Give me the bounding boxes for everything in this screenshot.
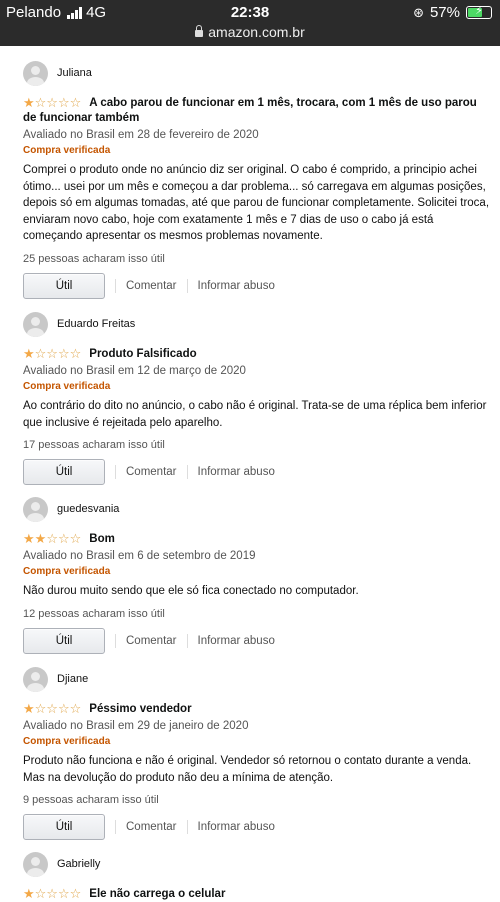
verified-badge: Compra verificada — [23, 566, 111, 577]
battery-percent: 57% — [429, 4, 460, 21]
reviewer-profile[interactable]: Gabrielly — [23, 851, 489, 877]
divider — [186, 465, 188, 479]
review-card: Eduardo Freitas ★☆☆☆☆ Produto Falsificado… — [23, 311, 489, 485]
review-actions: Útil Comentar Informar abuso — [23, 459, 489, 485]
verified-badge: Compra verificada — [23, 145, 111, 156]
comment-link[interactable]: Comentar — [126, 821, 177, 833]
reviewer-name: Djiane — [57, 673, 89, 685]
comment-link[interactable]: Comentar — [126, 466, 177, 478]
reviewer-name: Juliana — [57, 67, 92, 79]
review-body: Não durou muito sendo que ele só fica co… — [23, 585, 359, 597]
review-title: Produto Falsificado — [89, 348, 197, 360]
verified-badge: Compra verificada — [23, 381, 111, 392]
review-card: Gabrielly ★☆☆☆☆ Ele não carrega o celular — [23, 851, 489, 902]
address-bar[interactable]: amazon.com.br — [0, 24, 500, 40]
orientation-lock-icon: ⊛ — [413, 4, 424, 20]
comment-link[interactable]: Comentar — [126, 635, 177, 647]
review-title-row[interactable]: ★☆☆☆☆ Ele não carrega o celular — [23, 886, 489, 902]
review-actions: Útil Comentar Informar abuso — [23, 627, 489, 654]
review-actions: Útil Comentar Informar abuso — [23, 814, 489, 840]
review-card: Juliana ★☆☆☆☆ A cabo parou de funcionar e… — [23, 60, 489, 299]
review-body: Comprei o produto onde no anúncio diz se… — [23, 164, 490, 242]
helpful-count: 25 pessoas acharam isso útil — [23, 252, 165, 265]
review-date: Avaliado no Brasil em 6 de setembro de 2… — [23, 550, 256, 562]
star-rating-icon: ★☆☆☆☆ — [23, 701, 82, 716]
star-rating-icon: ★☆☆☆☆ — [23, 346, 82, 361]
review-card: Djiane ★☆☆☆☆ Péssimo vendedor Avaliado no… — [23, 666, 489, 840]
review-title-row[interactable]: ★☆☆☆☆ A cabo parou de funcionar em 1 mês,… — [23, 95, 489, 126]
helpful-count: 17 pessoas acharam isso útil — [23, 439, 165, 451]
comment-link[interactable]: Comentar — [126, 280, 177, 292]
battery-icon: ⚡ — [466, 5, 492, 19]
helpful-count: 12 pessoas acharam isso útil — [23, 607, 165, 620]
status-bar: Pelando 4G 22:38 ⊛ 57% ⚡ amazon.com.br — [0, 0, 500, 46]
helpful-button[interactable]: Útil — [23, 272, 105, 299]
status-right: ⊛ 57% ⚡ — [413, 4, 492, 21]
avatar-icon — [23, 496, 48, 522]
review-title-row[interactable]: ★☆☆☆☆ Produto Falsificado — [23, 346, 489, 362]
review-date: Avaliado no Brasil em 29 de janeiro de 2… — [23, 720, 249, 732]
report-abuse-link[interactable]: Informar abuso — [198, 466, 275, 478]
divider — [115, 633, 116, 648]
reviewer-name: Eduardo Freitas — [57, 318, 136, 330]
reviewer-profile[interactable]: Djiane — [23, 666, 489, 692]
avatar-icon — [23, 666, 48, 692]
review-date: Avaliado no Brasil em 28 de fevereiro de… — [23, 129, 259, 141]
report-abuse-link[interactable]: Informar abuso — [198, 635, 275, 647]
reviewer-name: Gabrielly — [57, 858, 101, 870]
review-actions: Útil Comentar Informar abuso — [23, 272, 489, 299]
review-title: Bom — [89, 533, 115, 545]
url-text: amazon.com.br — [208, 24, 305, 40]
helpful-button[interactable]: Útil — [23, 814, 105, 840]
helpful-button[interactable]: Útil — [23, 459, 105, 485]
star-rating-icon: ★☆☆☆☆ — [23, 886, 82, 901]
review-card: guedesvania ★★☆☆☆ Bom Avaliado no Brasil … — [23, 496, 489, 654]
star-rating-icon: ★☆☆☆☆ — [23, 95, 82, 110]
reviewer-profile[interactable]: Eduardo Freitas — [23, 311, 489, 337]
verified-badge: Compra verificada — [23, 736, 111, 747]
avatar-icon — [23, 851, 48, 877]
review-title-row[interactable]: ★★☆☆☆ Bom — [23, 531, 489, 547]
review-date: Avaliado no Brasil em 12 de março de 202… — [23, 365, 246, 377]
review-body: Ao contrário do dito no anúncio, o cabo … — [23, 400, 487, 429]
avatar-icon — [23, 311, 48, 337]
helpful-count: 9 pessoas acharam isso útil — [23, 794, 159, 806]
report-abuse-link[interactable]: Informar abuso — [198, 821, 275, 833]
review-title: Ele não carrega o celular — [89, 888, 226, 900]
divider — [186, 633, 188, 648]
review-title: Péssimo vendedor — [89, 703, 192, 715]
reviewer-name: guedesvania — [57, 503, 120, 515]
helpful-button[interactable]: Útil — [23, 627, 105, 654]
divider — [115, 465, 116, 479]
review-body: Produto não funciona e não é original. V… — [23, 755, 472, 784]
star-rating-icon: ★★☆☆☆ — [23, 531, 82, 546]
report-abuse-link[interactable]: Informar abuso — [198, 280, 275, 292]
divider — [186, 820, 188, 834]
divider — [115, 278, 116, 293]
divider — [186, 278, 188, 293]
lock-icon — [195, 25, 204, 37]
divider — [115, 820, 116, 834]
avatar-icon — [23, 60, 48, 86]
reviewer-profile[interactable]: Juliana — [23, 60, 489, 86]
review-title-row[interactable]: ★☆☆☆☆ Péssimo vendedor — [23, 701, 489, 717]
reviewer-profile[interactable]: guedesvania — [23, 496, 489, 522]
review-title: A cabo parou de funcionar em 1 mês, troc… — [23, 97, 477, 124]
